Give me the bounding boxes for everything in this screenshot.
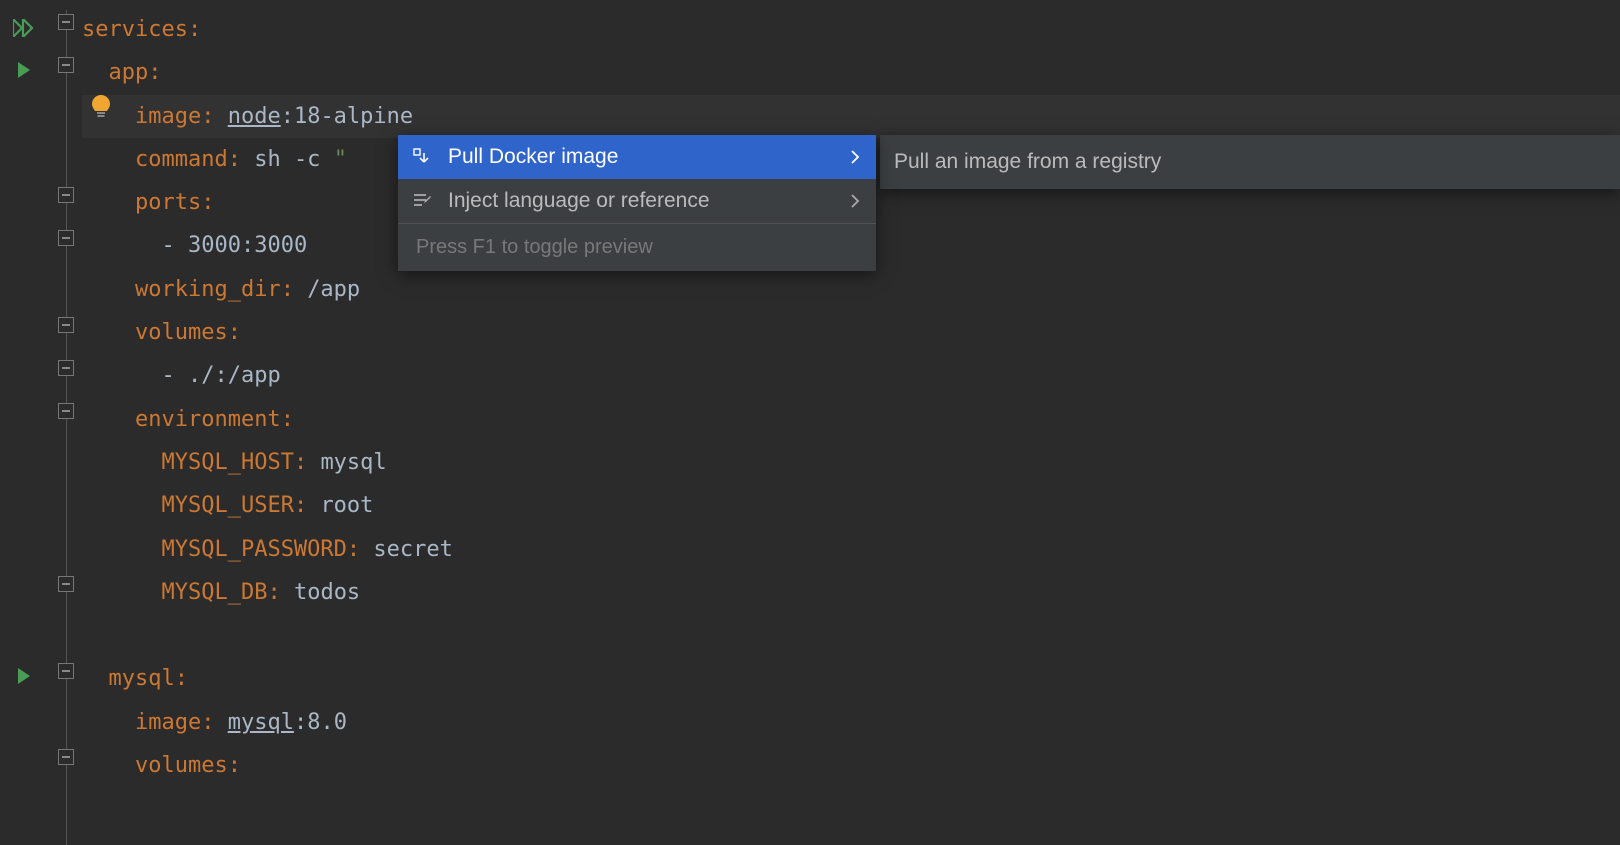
fold-toggle-icon[interactable]: [58, 57, 74, 73]
yaml-value: :8.0: [294, 710, 347, 735]
yaml-value: secret: [373, 537, 452, 562]
yaml-key: working_dir: [135, 277, 281, 302]
fold-toggle-icon[interactable]: [58, 317, 74, 333]
fold-toggle-icon[interactable]: [58, 663, 74, 679]
yaml-value: mysql: [320, 450, 386, 475]
fold-toggle-icon[interactable]: [58, 576, 74, 592]
yaml-key: image: [135, 710, 201, 735]
fold-toggle-icon[interactable]: [58, 187, 74, 203]
yaml-key: MYSQL_USER: [161, 493, 293, 518]
code-line[interactable]: MYSQL_PASSWORD: secret: [82, 528, 1620, 571]
code-line[interactable]: - ./:/app: [82, 354, 1620, 397]
yaml-key: volumes: [135, 320, 228, 345]
code-line[interactable]: working_dir: /app: [82, 268, 1620, 311]
run-all-icon[interactable]: [12, 16, 36, 40]
run-service-icon[interactable]: [12, 664, 36, 688]
yaml-key: command: [135, 147, 228, 172]
yaml-key: MYSQL_PASSWORD: [161, 537, 346, 562]
yaml-key: mysql: [109, 666, 175, 691]
code-line[interactable]: volumes:: [82, 744, 1620, 787]
yaml-value: ./:/app: [188, 363, 281, 388]
code-line[interactable]: image: node:18-alpine: [82, 95, 1620, 138]
code-line[interactable]: volumes:: [82, 311, 1620, 354]
popup-item-label: Inject language or reference: [448, 189, 710, 213]
yaml-string: ": [334, 147, 347, 172]
yaml-key: ports: [135, 190, 201, 215]
intention-bulb-icon[interactable]: [90, 94, 114, 118]
fold-toggle-icon[interactable]: [58, 749, 74, 765]
download-icon: [412, 147, 448, 167]
fold-toggle-icon[interactable]: [58, 360, 74, 376]
yaml-value: node: [228, 104, 281, 129]
run-service-icon[interactable]: [12, 58, 36, 82]
intention-popup: Pull Docker image Inject language or ref…: [398, 135, 876, 271]
yaml-value: /app: [307, 277, 360, 302]
yaml-value: sh -c: [254, 147, 333, 172]
yaml-value: mysql: [228, 710, 294, 735]
intention-tooltip: Pull an image from a registry: [880, 135, 1620, 189]
code-line[interactable]: image: mysql:8.0: [82, 701, 1620, 744]
yaml-key: image: [135, 104, 201, 129]
chevron-right-icon: [850, 194, 860, 208]
fold-toggle-icon[interactable]: [58, 403, 74, 419]
fold-toggle-icon[interactable]: [58, 230, 74, 246]
code-line[interactable]: [82, 614, 1620, 657]
yaml-key: volumes: [135, 753, 228, 778]
yaml-value: :18-alpine: [281, 104, 413, 129]
code-line[interactable]: environment:: [82, 398, 1620, 441]
popup-item-label: Pull Docker image: [448, 145, 618, 169]
code-line[interactable]: app:: [82, 51, 1620, 94]
editor: services: app: image: node:18-alpine com…: [0, 0, 1620, 845]
code-line[interactable]: MYSQL_USER: root: [82, 484, 1620, 527]
fold-guide: [66, 10, 67, 845]
fold-toggle-icon[interactable]: [58, 14, 74, 30]
code-line[interactable]: mysql:: [82, 657, 1620, 700]
yaml-key: environment: [135, 407, 281, 432]
chevron-right-icon: [850, 150, 860, 164]
popup-item-inject-language[interactable]: Inject language or reference: [398, 179, 876, 223]
code-area[interactable]: services: app: image: node:18-alpine com…: [82, 0, 1620, 845]
edit-lines-icon: [412, 192, 448, 210]
yaml-key: MYSQL_DB: [161, 580, 267, 605]
code-line[interactable]: services:: [82, 8, 1620, 51]
yaml-value: root: [320, 493, 373, 518]
gutter: [0, 0, 82, 845]
popup-hint: Press F1 to toggle preview: [398, 223, 876, 271]
popup-item-pull-docker[interactable]: Pull Docker image: [398, 135, 876, 179]
code-line[interactable]: MYSQL_DB: todos: [82, 571, 1620, 614]
yaml-value: todos: [294, 580, 360, 605]
yaml-key: MYSQL_HOST: [161, 450, 293, 475]
yaml-value: 3000:3000: [188, 233, 307, 258]
yaml-key: services: [82, 17, 188, 42]
yaml-key: app: [109, 60, 149, 85]
code-line[interactable]: MYSQL_HOST: mysql: [82, 441, 1620, 484]
